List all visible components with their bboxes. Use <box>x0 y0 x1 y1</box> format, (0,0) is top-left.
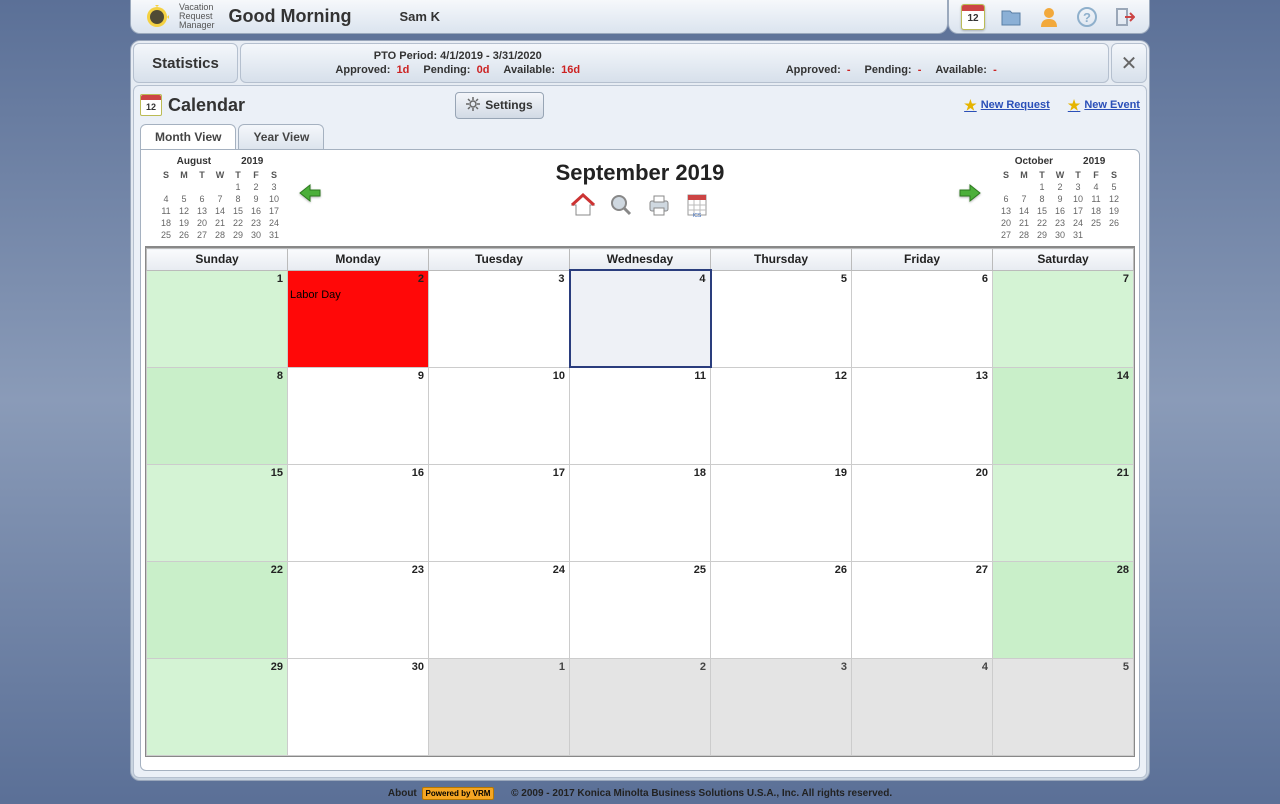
day-cell[interactable]: 4 <box>852 658 993 755</box>
day-cell[interactable]: 24 <box>429 561 570 658</box>
day-cell[interactable]: 8 <box>147 367 288 464</box>
day-cell[interactable]: 26 <box>711 561 852 658</box>
day-cell[interactable]: 4 <box>570 270 711 367</box>
calendar-small-icon: 12 <box>140 94 162 116</box>
day-cell[interactable]: 13 <box>852 367 993 464</box>
day-cell[interactable]: 17 <box>429 464 570 561</box>
home-icon[interactable] <box>569 192 597 218</box>
day-header: Saturday <box>993 249 1134 271</box>
footer: About Powered by VRM © 2009 - 2017 Konic… <box>0 787 1280 804</box>
day-cell[interactable]: 5 <box>711 270 852 367</box>
gear-icon <box>466 97 480 114</box>
tab-month-view[interactable]: Month View <box>140 124 236 149</box>
day-cell[interactable]: 5 <box>993 658 1134 755</box>
day-header: Tuesday <box>429 249 570 271</box>
day-header: Monday <box>288 249 429 271</box>
close-stats-button[interactable]: ✕ <box>1111 43 1147 83</box>
powered-by-badge[interactable]: Powered by VRM <box>422 787 495 800</box>
day-cell[interactable]: 7 <box>993 270 1134 367</box>
current-month-title: September 2019 <box>325 154 955 186</box>
next-month-button[interactable] <box>958 183 982 206</box>
day-cell[interactable]: 12 <box>711 367 852 464</box>
topbar-right: 12 ? <box>948 0 1150 34</box>
help-icon[interactable]: ? <box>1075 5 1099 29</box>
new-event-link[interactable]: ★New Event <box>1068 97 1140 114</box>
day-cell[interactable]: 3 <box>429 270 570 367</box>
new-request-link[interactable]: ★New Request <box>964 97 1050 114</box>
day-cell[interactable]: 1 <box>147 270 288 367</box>
day-cell[interactable]: 11 <box>570 367 711 464</box>
prev-month-button[interactable] <box>298 183 322 206</box>
star-icon: ★ <box>1068 97 1081 114</box>
mini-calendar-prev[interactable]: August2019 SMTWTFS1234567891011121314151… <box>145 154 295 241</box>
print-icon[interactable] <box>645 192 673 218</box>
day-cell[interactable]: 21 <box>993 464 1134 561</box>
day-header: Sunday <box>147 249 288 271</box>
day-cell[interactable]: 2Labor Day <box>288 270 429 367</box>
day-cell[interactable]: 16 <box>288 464 429 561</box>
day-cell[interactable]: 20 <box>852 464 993 561</box>
day-header: Friday <box>852 249 993 271</box>
topbar-left: Vacation Request Manager Good Morning Sa… <box>130 0 948 34</box>
export-ics-icon[interactable]: ICS <box>683 192 711 218</box>
day-cell[interactable]: 14 <box>993 367 1134 464</box>
day-cell[interactable]: 18 <box>570 464 711 561</box>
day-cell[interactable]: 25 <box>570 561 711 658</box>
username-text: Sam K <box>400 9 440 24</box>
day-header: Wednesday <box>570 249 711 271</box>
star-icon: ★ <box>964 97 977 114</box>
day-cell[interactable]: 27 <box>852 561 993 658</box>
app-brand-text: Vacation Request Manager <box>179 3 215 30</box>
statistics-body: PTO Period: 4/1/2019 - 3/31/2020 Approve… <box>240 43 1109 83</box>
holiday-event: Labor Day <box>288 271 428 301</box>
day-cell[interactable]: 22 <box>147 561 288 658</box>
day-cell[interactable]: 19 <box>711 464 852 561</box>
day-cell[interactable]: 28 <box>993 561 1134 658</box>
user-icon[interactable] <box>1037 5 1061 29</box>
day-header: Thursday <box>711 249 852 271</box>
svg-text:ICS: ICS <box>693 213 702 218</box>
day-cell[interactable]: 6 <box>852 270 993 367</box>
day-cell[interactable]: 3 <box>711 658 852 755</box>
day-cell[interactable]: 1 <box>429 658 570 755</box>
greeting-text: Good Morning <box>229 6 352 27</box>
statistics-label: Statistics <box>133 43 238 83</box>
panel-title: Calendar <box>168 95 245 116</box>
day-cell[interactable]: 15 <box>147 464 288 561</box>
svg-text:?: ? <box>1083 10 1091 25</box>
day-cell[interactable]: 29 <box>147 658 288 755</box>
logout-icon[interactable] <box>1113 5 1137 29</box>
app-logo-icon <box>143 3 171 31</box>
calendar-icon[interactable]: 12 <box>961 5 985 29</box>
day-cell[interactable]: 9 <box>288 367 429 464</box>
search-icon[interactable] <box>607 192 635 218</box>
day-cell[interactable]: 30 <box>288 658 429 755</box>
documents-icon[interactable] <box>999 5 1023 29</box>
settings-button[interactable]: Settings <box>455 92 543 119</box>
tab-year-view[interactable]: Year View <box>238 124 324 149</box>
pto-period: PTO Period: 4/1/2019 - 3/31/2020 <box>374 50 542 62</box>
day-cell[interactable]: 2 <box>570 658 711 755</box>
day-cell[interactable]: 10 <box>429 367 570 464</box>
mini-calendar-next[interactable]: October2019 SMTWTFS123456789101112131415… <box>985 154 1135 241</box>
day-cell[interactable]: 23 <box>288 561 429 658</box>
calendar-grid: SundayMondayTuesdayWednesdayThursdayFrid… <box>145 246 1135 757</box>
